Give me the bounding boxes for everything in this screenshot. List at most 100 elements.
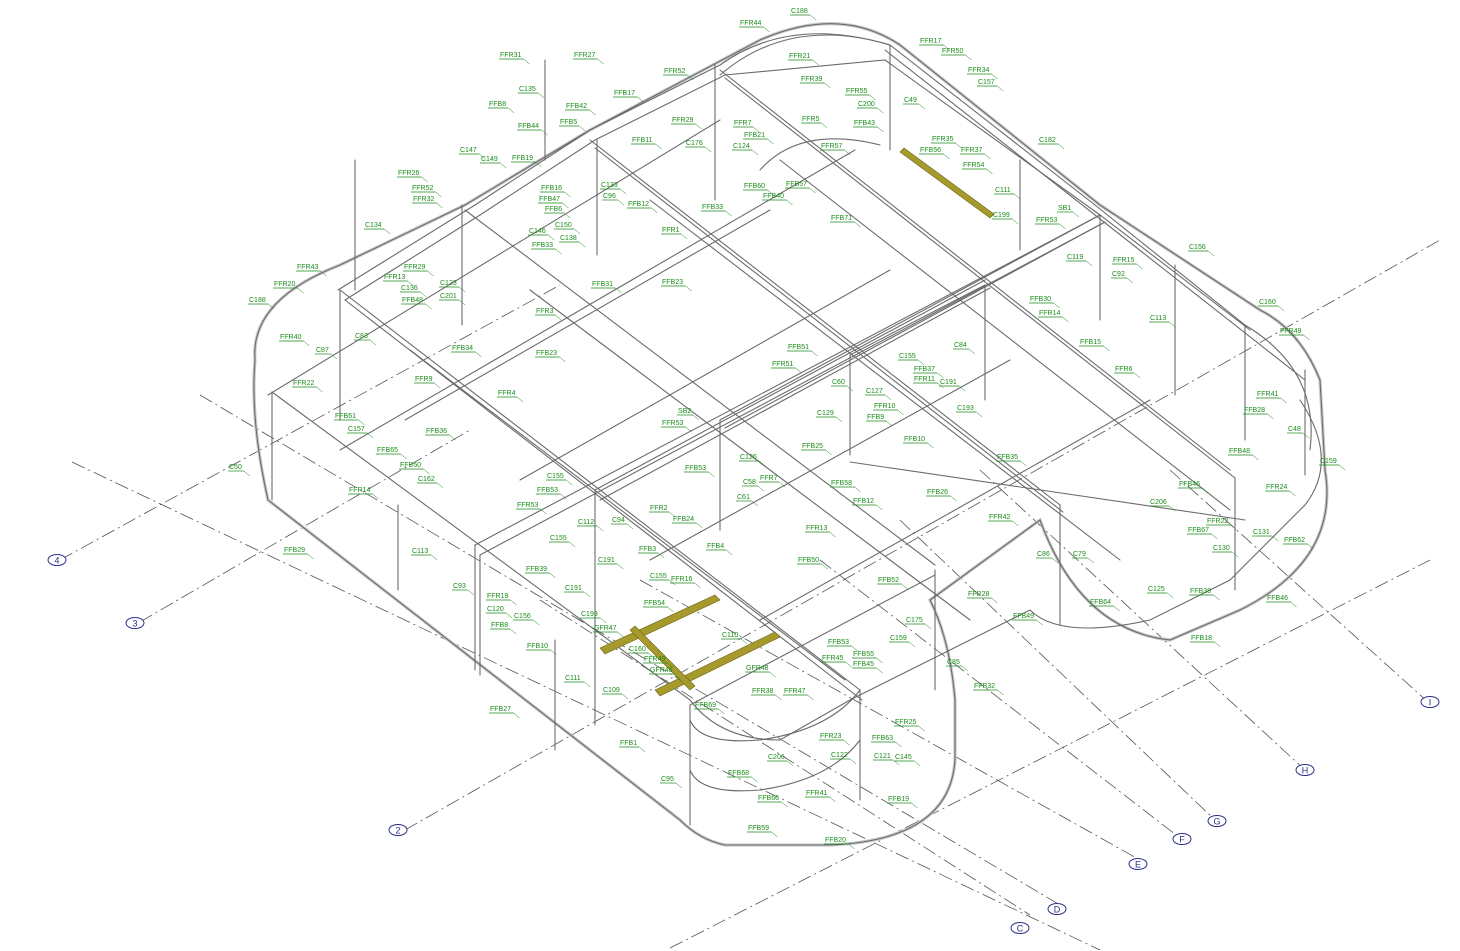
member-tag-label: FFR13 <box>384 274 406 281</box>
member-tag-label: FFB53 <box>537 487 558 494</box>
member-tag-leader <box>1272 535 1279 542</box>
member-tag: FFB48 <box>1228 448 1259 461</box>
member-tag-label: FFB68 <box>728 770 749 777</box>
member-tag: FFR5 <box>801 116 828 129</box>
member-tag: FFR14 <box>1038 310 1069 323</box>
member-tag-label: FFB48 <box>1229 448 1250 455</box>
member-tag-label: C93 <box>453 583 466 590</box>
member-tag-label: FFR27 <box>574 52 596 59</box>
member-tag-leader <box>1062 316 1069 323</box>
member-tag-leader <box>1053 302 1060 309</box>
member-tag: FFR1 <box>661 227 688 240</box>
member-tag-label: FFR44 <box>740 20 762 27</box>
member-tag-leader <box>997 85 1004 92</box>
member-tag-label: C199 <box>993 212 1010 219</box>
member-tag: C200 <box>857 101 884 114</box>
member-tag-leader <box>1072 211 1080 218</box>
member-tag-leader <box>769 671 776 678</box>
member-tag-leader <box>597 525 604 532</box>
member-tag-leader <box>918 725 925 732</box>
member-tag-leader <box>555 248 562 255</box>
member-tag-leader <box>639 746 646 753</box>
member-tag-leader <box>550 649 557 656</box>
member-tag-label: C145 <box>895 754 912 761</box>
member-tag-leader <box>850 758 857 765</box>
member-tag: FFR23 <box>819 733 850 746</box>
member-tag-label: FFR6 <box>1115 366 1133 373</box>
member-tag: FFB23 <box>535 350 566 363</box>
member-tag-leader <box>950 495 957 502</box>
member-tag-label: FFB1 <box>620 740 637 747</box>
member-tag-label: FFR38 <box>752 688 774 695</box>
member-tag-label: FFB50 <box>400 462 421 469</box>
member-tag-leader <box>555 314 562 321</box>
member-tag: C122 <box>830 752 857 765</box>
member-tag: C175 <box>905 617 932 630</box>
member-tag-leader <box>1302 432 1310 439</box>
member-tag: GFR47 <box>593 625 624 638</box>
member-tag-leader <box>991 597 998 604</box>
member-tag-leader <box>566 479 573 486</box>
member-tag-label: FFR4 <box>498 390 516 397</box>
member-tag-label: C136 <box>401 285 418 292</box>
member-tag-label: FFB49 <box>1013 613 1034 620</box>
member-tag-label: FFR49 <box>1280 328 1302 335</box>
member-tag-leader <box>533 619 540 626</box>
member-tag-label: FFB33 <box>532 242 553 249</box>
member-tag-label: C131 <box>1253 529 1270 536</box>
member-tag: FFB50 <box>399 462 430 475</box>
grid-bubble: G <box>1207 815 1227 827</box>
member-tag: FFB26 <box>926 489 957 502</box>
member-tag-leader <box>564 191 571 198</box>
member-tag-label: FFR22 <box>293 380 315 387</box>
member-tag: FFB6 <box>544 206 571 219</box>
member-tag-leader <box>620 188 627 195</box>
member-tag: C84 <box>953 342 976 355</box>
member-tag-leader <box>911 802 918 809</box>
member-tag-label: FFR53 <box>517 502 539 509</box>
member-tag-leader <box>854 486 861 493</box>
member-tag-label: C206 <box>1150 499 1167 506</box>
member-tag-leader <box>367 432 374 439</box>
member-tag-label: C126 <box>740 454 757 461</box>
member-tag-label: FFB15 <box>1080 339 1101 346</box>
member-tag: C111 <box>564 675 591 688</box>
member-tag: C157 <box>347 426 374 439</box>
member-tag-leader <box>781 801 788 808</box>
member-tag-label: C48 <box>1288 426 1301 433</box>
member-tag: C125 <box>1147 586 1174 599</box>
member-tag: C138 <box>559 235 586 248</box>
member-tag-leader <box>897 409 904 416</box>
member-tag: C79 <box>1072 551 1095 564</box>
member-tag-label: FFB53 <box>685 465 706 472</box>
member-tag: C155 <box>549 535 576 548</box>
member-tag-leader <box>968 348 976 355</box>
member-tag-leader <box>763 26 770 33</box>
grid-bubble: 3 <box>125 617 145 629</box>
member-tag-label: C86 <box>1037 551 1050 558</box>
member-tag-label: C113 <box>1150 315 1166 322</box>
member-tag-label: C130 <box>1213 545 1230 552</box>
member-tag-leader <box>1278 305 1285 312</box>
member-tag-leader <box>986 168 993 175</box>
member-tag: FFB29 <box>283 547 314 560</box>
member-tag-label: FFB61 <box>335 413 356 420</box>
member-tag: FFB71 <box>830 215 861 228</box>
member-tag: FFB17 <box>613 90 644 103</box>
member-tag-leader <box>876 657 883 664</box>
member-tag: FFB54 <box>643 600 674 613</box>
member-tag: FFB63 <box>871 735 902 748</box>
member-tag-label: C191 <box>598 557 615 564</box>
grid-bubble-label: 2 <box>395 826 400 836</box>
member-tag-label: FFB6 <box>545 206 562 213</box>
member-tag-label: FFB60 <box>744 183 765 190</box>
member-tag: FFR53 <box>1035 217 1066 230</box>
member-tag-label: FFB34 <box>452 345 473 352</box>
member-tag: FFB58 <box>830 480 861 493</box>
member-tag-label: FFR52 <box>664 68 686 75</box>
member-tag: FFR22 <box>1206 518 1237 531</box>
member-tag-label: FFR29 <box>404 264 426 271</box>
member-tag: FFR47 <box>783 688 814 701</box>
member-tag-leader <box>869 94 876 101</box>
member-tag-leader <box>297 287 304 294</box>
